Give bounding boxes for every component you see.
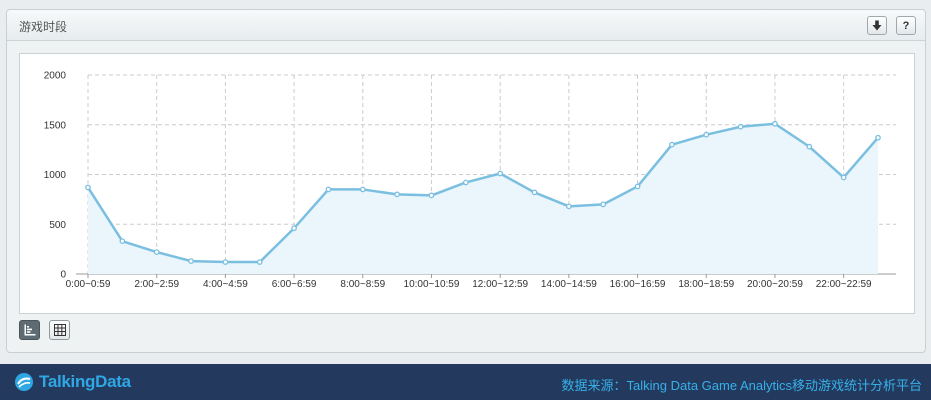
line-chart: 05001000150020000:00~0:59 2:00~2:59 4:00~4… — [44, 71, 896, 290]
logo-text: TalkingData — [39, 372, 131, 391]
x-tick-label: 4:00~4:59 — [203, 279, 248, 290]
data-point — [291, 225, 297, 232]
x-tick-label: 14:00~14:59 — [541, 279, 597, 290]
help-button[interactable]: ? — [896, 16, 916, 35]
y-tick-label: 1500 — [44, 120, 67, 131]
data-point — [428, 192, 435, 199]
data-point — [806, 143, 813, 150]
data-point — [669, 141, 675, 148]
data-point — [600, 201, 607, 208]
download-button[interactable] — [867, 16, 887, 35]
data-point — [875, 134, 881, 141]
data-point — [325, 186, 332, 193]
series-area — [88, 123, 878, 274]
data-point — [497, 170, 504, 177]
data-point — [737, 123, 744, 130]
x-tick-label: 6:00~6:59 — [272, 279, 317, 290]
table-view-button[interactable] — [49, 320, 70, 340]
x-tick-label: 16:00~16:59 — [610, 279, 666, 290]
data-point — [462, 179, 469, 186]
data-point — [359, 186, 366, 193]
x-tick-label: 0:00~0:59 — [66, 279, 111, 290]
data-point — [566, 203, 572, 210]
data-point — [394, 191, 400, 198]
x-tick-label: 8:00~8:59 — [340, 279, 385, 290]
y-tick-label: 1000 — [44, 170, 67, 181]
data-point — [840, 174, 847, 181]
game-time-panel: 游戏时段 ? 0 500 1000 1500 2000 0:00~0:59 2:00~2:5… — [6, 9, 926, 353]
data-point — [85, 184, 91, 191]
y-tick-label: 2000 — [44, 71, 67, 82]
data-point — [772, 120, 778, 127]
data-point — [119, 238, 126, 245]
data-point — [153, 249, 160, 255]
bar-chart-icon — [24, 324, 35, 336]
chart-area: 0 500 1000 1500 2000 0:00~0:59 2:00~2:59 4:00~4… — [19, 53, 915, 314]
y-tick-label: 500 — [49, 220, 66, 231]
x-tick-label: 18:00~18:59 — [678, 279, 734, 290]
table-grid-icon — [53, 324, 66, 336]
data-point — [703, 131, 710, 138]
data-point — [531, 189, 538, 196]
data-point — [634, 183, 641, 190]
chart-view-button[interactable] — [19, 320, 40, 340]
data-point — [256, 259, 263, 265]
x-tick-label: 12:00~12:59 — [472, 279, 528, 290]
data-source-text: 数据来源：Talking Data Game Analytics移动游戏统计分析… — [561, 378, 922, 393]
data-point — [188, 258, 194, 264]
x-tick-label: 10:00~10:59 — [404, 279, 460, 290]
download-icon — [872, 20, 882, 31]
x-tick-label: 20:00~20:59 — [747, 279, 803, 290]
x-tick-label: 22:00~22:59 — [816, 279, 872, 290]
x-tick-label: 2:00~2:59 — [134, 279, 179, 290]
footer-bar: TalkingData 数据来源：Talking Data Game Analy… — [0, 364, 931, 400]
panel-header: 游戏时段 ? — [7, 10, 925, 41]
talkingdata-logo[interactable]: TalkingData — [14, 372, 131, 392]
panel-title: 游戏时段 — [19, 20, 68, 34]
talkingdata-logo-icon — [15, 373, 33, 391]
data-point — [222, 259, 229, 265]
